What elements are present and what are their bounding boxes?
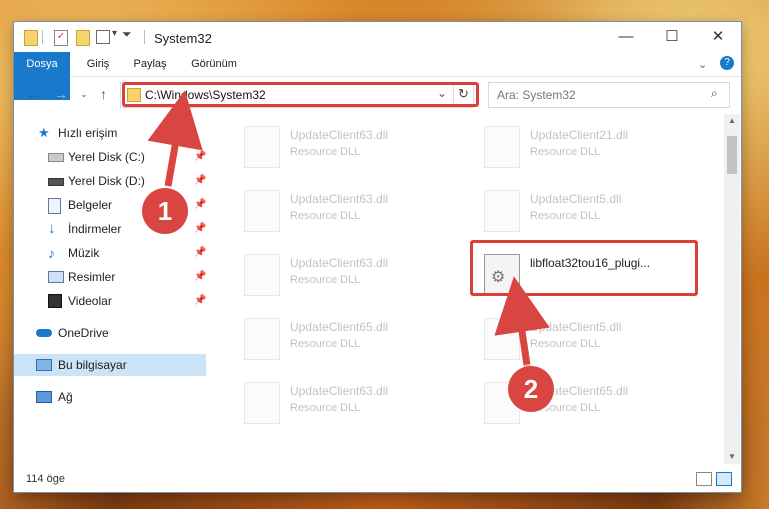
- step-badge-1: 1: [142, 188, 188, 234]
- annotation-arrows: [147, 90, 550, 373]
- step-badge-2: 2: [508, 366, 554, 412]
- arrow-2: [494, 276, 550, 373]
- arrow-1: [147, 90, 203, 187]
